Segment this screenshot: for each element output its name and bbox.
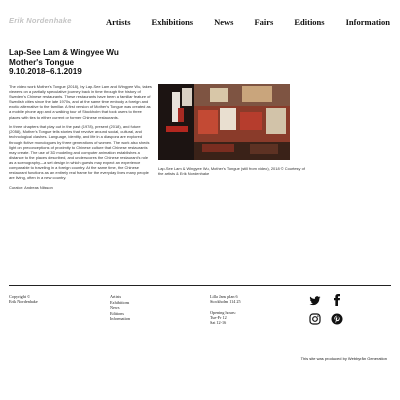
description-paragraph: The video work Mother's Tongue (2018), b… (9, 84, 152, 120)
copyright-owner: Erik Nordenhake (9, 299, 38, 305)
footer-divider (9, 285, 391, 286)
footer-nav: Artists Exhibitions News Editions Inform… (110, 294, 130, 322)
curator-credit: Curator: Andreas Nilsson (9, 184, 53, 190)
instagram-icon[interactable] (309, 312, 321, 325)
exhibition-artists: Lap-See Lam & Wingyee Wu (9, 48, 119, 57)
nav-exhibitions[interactable]: Exhibitions (152, 17, 194, 27)
address-city: Stockholm 114 25 (210, 299, 241, 305)
exhibition-title: Mother's Tongue (9, 57, 75, 67)
pinterest-icon[interactable] (331, 312, 343, 325)
opening-hours-saturday: Sat 12-16 (210, 320, 227, 326)
nav-editions[interactable]: Editions (294, 17, 324, 27)
facebook-icon[interactable] (331, 293, 343, 306)
site-credit[interactable]: This site was produced by Webbyrån Gener… (301, 356, 387, 361)
nav-artists[interactable]: Artists (106, 17, 131, 27)
exhibition-heading: Lap-See Lam & Wingyee Wu Mother's Tongue… (9, 48, 119, 77)
description-paragraph: In three chapters that play out in the p… (9, 124, 150, 181)
nav-fairs[interactable]: Fairs (254, 17, 273, 27)
twitter-icon[interactable] (309, 294, 321, 306)
site-logo[interactable]: Erik Nordenhake (9, 16, 72, 25)
exhibition-image[interactable] (158, 84, 290, 160)
image-caption: Lap-See Lam & Wingyee Wu, Mother's Tongu… (158, 166, 305, 177)
footer-address: Lilla Jans plan 6 Stockholm 114 25 Openi… (210, 294, 241, 325)
footer-link-information[interactable]: Information (110, 316, 130, 322)
nav-news[interactable]: News (214, 17, 233, 27)
exhibition-dates: 9.10.2018–6.1.2019 (9, 67, 82, 76)
footer-copyright: Copyright © Erik Nordenhake (9, 294, 38, 305)
main-nav: Artists Exhibitions News Fairs Editions … (85, 17, 390, 27)
social-links (307, 292, 349, 326)
nav-information[interactable]: Information (346, 17, 390, 27)
restaurant-still-image (158, 84, 290, 160)
exhibition-description: The video work Mother's Tongue (2018), b… (9, 84, 152, 195)
